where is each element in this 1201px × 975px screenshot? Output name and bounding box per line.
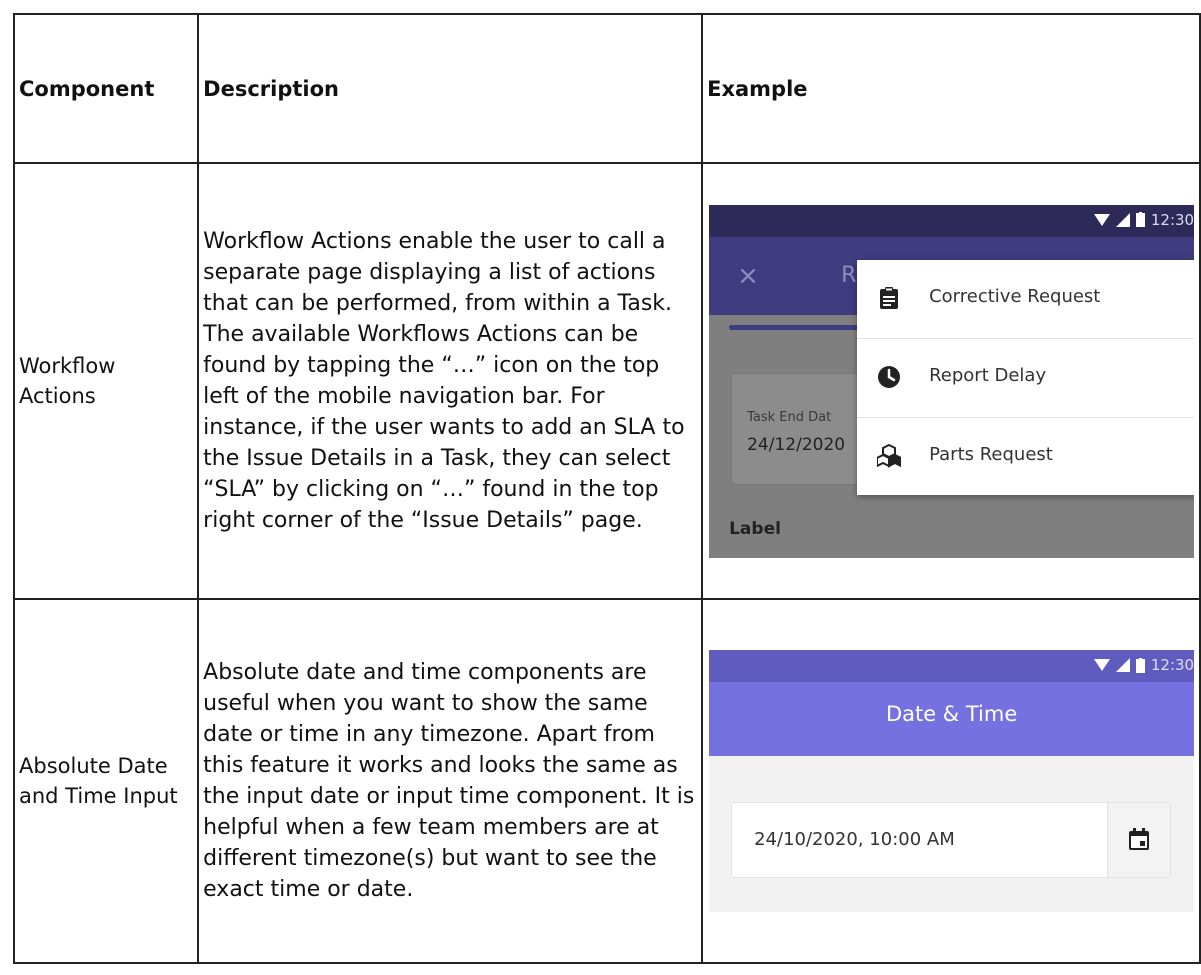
- menu-item-label: Corrective Request: [929, 285, 1101, 307]
- status-icons: 12:30: [1093, 656, 1195, 674]
- clipboard-icon: [880, 286, 899, 309]
- menu-item-report-delay[interactable]: Report Delay: [857, 339, 1195, 418]
- progress-bar: [729, 324, 870, 330]
- workflow-actions-mockup: 12:30 × R Task End Dat 24/12/2020 Label: [709, 204, 1195, 558]
- calendar-button[interactable]: [1107, 803, 1171, 877]
- card-label: Task End Dat: [747, 409, 832, 425]
- header-example: Example: [701, 13, 1201, 164]
- example-cell: 12:30 × R Task End Dat 24/12/2020 Label: [701, 162, 1201, 600]
- workflow-actions-menu: Corrective Request Report Delay Parts Re…: [857, 259, 1195, 496]
- clock-icon: [878, 365, 901, 388]
- field-label: Label: [729, 518, 781, 539]
- table-row: Absolute Date and Time Input Absolute da…: [12, 598, 1201, 964]
- status-time: 12:30: [1150, 656, 1195, 674]
- components-table: Component Description Example Workflow A…: [12, 13, 1201, 964]
- datetime-value: 24/10/2020, 10:00 AM: [754, 829, 955, 850]
- status-bar: 12:30: [709, 204, 1195, 237]
- calendar-icon: [1129, 828, 1150, 850]
- header-component: Component: [12, 13, 200, 164]
- app-bar-title: Date & Time: [885, 702, 1018, 726]
- date-time-mockup: 12:30 Date & Time 24/10/2020, 10:00 AM: [709, 650, 1195, 912]
- menu-item-label: Report Delay: [929, 364, 1047, 386]
- wifi-icon: [1093, 213, 1110, 226]
- boxes-icon: [877, 443, 902, 468]
- component-description: Workflow Actions enable the user to call…: [197, 162, 704, 600]
- component-description: Absolute date and time components are us…: [197, 598, 704, 964]
- component-name: Absolute Date and Time Input: [12, 598, 200, 964]
- example-cell: 12:30 Date & Time 24/10/2020, 10:00 AM: [701, 598, 1201, 964]
- battery-icon: [1135, 212, 1145, 227]
- component-name: Workflow Actions: [12, 162, 200, 600]
- wifi-icon: [1093, 659, 1110, 671]
- menu-item-corrective-request[interactable]: Corrective Request: [857, 260, 1195, 339]
- table-row: Workflow Actions Workflow Actions enable…: [12, 162, 1201, 600]
- signal-icon: [1115, 212, 1130, 227]
- status-time: 12:30: [1150, 210, 1195, 229]
- header-row: Component Description Example: [12, 13, 1201, 164]
- menu-item-parts-request[interactable]: Parts Request: [857, 418, 1194, 496]
- datetime-input[interactable]: 24/10/2020, 10:00 AM: [731, 802, 1172, 878]
- close-icon[interactable]: ×: [737, 261, 759, 291]
- battery-icon: [1135, 657, 1145, 673]
- status-icons: 12:30: [1093, 210, 1195, 229]
- menu-item-label: Parts Request: [929, 443, 1053, 465]
- signal-icon: [1115, 658, 1130, 672]
- status-bar: 12:30: [709, 650, 1195, 682]
- header-description: Description: [197, 13, 704, 164]
- app-bar-title: R: [841, 262, 857, 288]
- card-value: 24/12/2020: [747, 434, 846, 455]
